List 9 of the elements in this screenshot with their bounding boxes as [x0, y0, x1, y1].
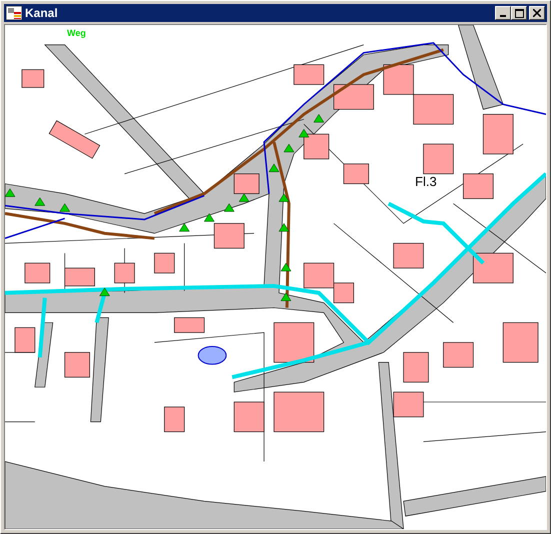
close-button[interactable]: [529, 6, 545, 20]
maximize-button[interactable]: [511, 6, 527, 20]
close-icon: [533, 9, 541, 17]
app-icon: [6, 6, 22, 20]
parcel-label: Fl.3: [415, 175, 437, 188]
window-title: Kanal: [25, 6, 59, 20]
minimize-button[interactable]: [495, 6, 511, 20]
maximize-icon: [514, 8, 524, 18]
street-label: Weg: [67, 29, 86, 38]
